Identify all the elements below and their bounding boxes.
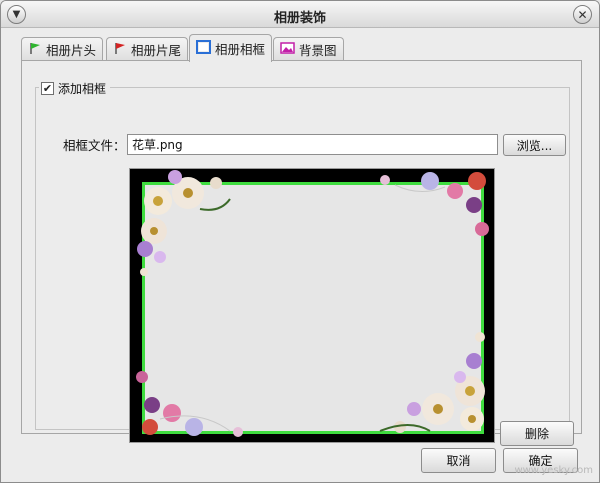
- close-button[interactable]: ✕: [573, 5, 592, 24]
- browse-button[interactable]: 浏览...: [503, 134, 566, 156]
- green-flag-icon: [28, 41, 42, 58]
- tab-label: 相册片头: [46, 43, 97, 58]
- red-flag-icon: [113, 41, 127, 58]
- tab-label: 相册相框: [215, 42, 266, 57]
- tab-label: 背景图: [299, 43, 337, 58]
- tab-opening[interactable]: 相册片头: [21, 37, 104, 61]
- watermark: www.yesky.com: [514, 465, 593, 476]
- close-icon: ✕: [577, 7, 588, 22]
- frame-file-input[interactable]: [127, 134, 498, 155]
- add-frame-checkbox[interactable]: ✔: [41, 82, 54, 95]
- tab-ending[interactable]: 相册片尾: [106, 37, 189, 61]
- tab-frame[interactable]: 相册相框: [189, 34, 273, 62]
- picture-icon: [280, 41, 295, 58]
- frame-settings-group: 相框文件： 浏览...: [35, 87, 574, 446]
- add-frame-label: 添加相框: [58, 82, 107, 96]
- window-title: 相册装饰: [273, 11, 326, 26]
- frame-icon: [196, 40, 211, 57]
- tab-background[interactable]: 背景图: [273, 37, 344, 61]
- cancel-button[interactable]: 取消: [421, 448, 496, 473]
- album-decoration-dialog: ▼ 相册装饰 ✕ 相册片头 相册片尾 相册相框 背景图 ✔ 添加相框 相框文件：…: [0, 0, 600, 483]
- delete-button[interactable]: 删除: [500, 421, 574, 446]
- tab-label: 相册片尾: [131, 43, 182, 58]
- frame-tab-panel: ✔ 添加相框 相框文件： 浏览...: [21, 60, 582, 446]
- title-bar: ▼ 相册装饰 ✕: [1, 1, 599, 28]
- add-frame-option[interactable]: ✔ 添加相框: [39, 80, 111, 97]
- frame-preview: [129, 168, 495, 443]
- frame-file-label: 相框文件：: [63, 138, 126, 153]
